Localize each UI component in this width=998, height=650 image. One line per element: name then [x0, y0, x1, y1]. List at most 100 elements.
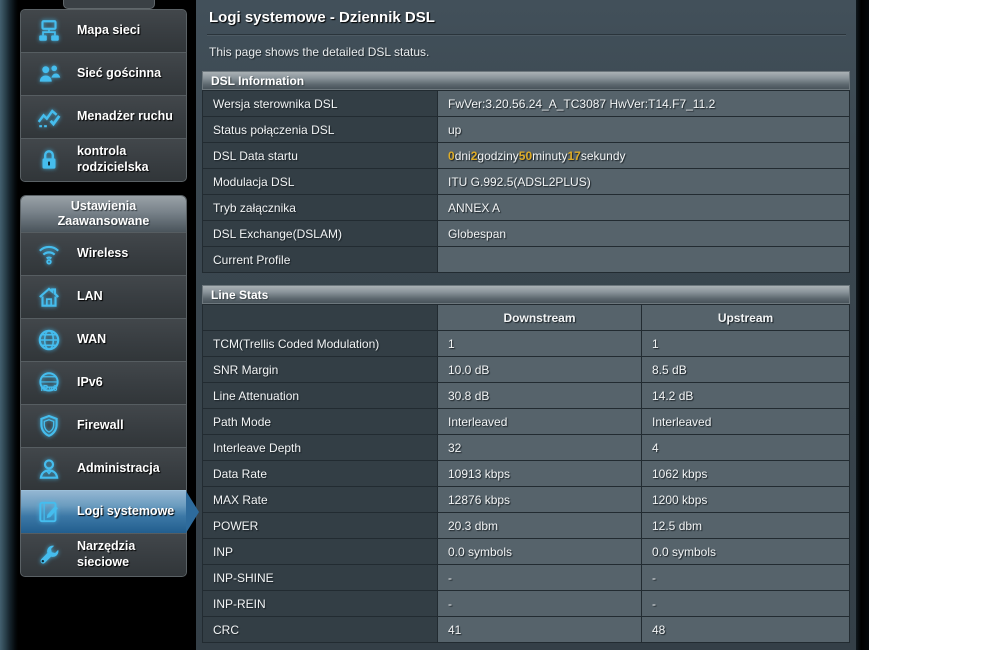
sidebar-item-wan[interactable]: WAN [21, 318, 186, 361]
sidebar-section-title: Ustawienia Zaawansowane [21, 196, 186, 232]
line-stats-downstream-value: 32 [438, 434, 642, 460]
network-tools-icon [34, 540, 64, 570]
line-stats-row: TCM(Trellis Coded Modulation)11 [203, 330, 850, 356]
sidebar-item-narz-dzia-sieciowe[interactable]: Narzędzia sieciowe [21, 533, 186, 576]
sidebar-item-firewall[interactable]: Firewall [21, 404, 186, 447]
line-stats-table: DownstreamUpstreamTCM(Trellis Coded Modu… [202, 304, 850, 643]
line-stats-upstream-value: 4 [642, 434, 850, 460]
line-stats-downstream-value: - [438, 590, 642, 616]
highlighted-number: 0 [448, 149, 455, 163]
line-stats-upstream-value: 8.5 dB [642, 356, 850, 382]
router-admin-page: { "sidebar": { "top_items": [ {"label": … [0, 0, 998, 650]
sidebar-item-cutoff[interactable] [63, 0, 155, 9]
line-stats-downstream-value: 10913 kbps [438, 460, 642, 486]
wan-icon [34, 325, 64, 355]
dsl-info-row: Tryb załącznikaANNEX A [203, 194, 850, 220]
dsl-info-value: FwVer:3.20.56.24_A_TC3087 HwVer:T14.F7_1… [438, 90, 850, 116]
line-stats-upstream-value: 1 [642, 330, 850, 356]
line-stats-row: Path ModeInterleavedInterleaved [203, 408, 850, 434]
line-stats-downstream-value: - [438, 564, 642, 590]
line-stats-upstream-value: Interleaved [642, 408, 850, 434]
sidebar-item-label: Wireless [77, 246, 128, 262]
line-stats-downstream-value: 30.8 dB [438, 382, 642, 408]
line-stats-label: INP [203, 538, 438, 564]
svg-text:IPv6: IPv6 [41, 384, 58, 393]
highlighted-number: 17 [567, 149, 580, 163]
sidebar-item-administracja[interactable]: Administracja [21, 447, 186, 490]
sidebar-item-kontrola-rodzicielska[interactable]: kontrola rodzicielska [21, 138, 186, 181]
sidebar-item-label: WAN [77, 332, 106, 348]
line-stats-upstream-value: - [642, 590, 850, 616]
sidebar-item-label: Menadżer ruchu [77, 109, 173, 125]
dsl-info-label: DSL Data startu [203, 142, 438, 168]
parental-control-icon [34, 145, 64, 175]
sidebar-item-wireless[interactable]: Wireless [21, 232, 186, 275]
system-log-icon [34, 497, 64, 527]
dsl-info-row: Current Profile [203, 246, 850, 272]
line-stats-row: INP-REIN-- [203, 590, 850, 616]
dsl-info-label: Current Profile [203, 246, 438, 272]
sidebar-item-sie-go-cinna[interactable]: Sieć gościnna [21, 52, 186, 95]
main-content: Logi systemowe - Dziennik DSL This page … [196, 0, 856, 650]
dsl-info-label: Modulacja DSL [203, 168, 438, 194]
line-stats-label: CRC [203, 616, 438, 642]
line-stats-header: Line Stats [202, 285, 850, 304]
highlighted-number: 50 [519, 149, 532, 163]
lan-icon [34, 282, 64, 312]
traffic-manager-icon [34, 102, 64, 132]
dsl-info-label: DSL Exchange(DSLAM) [203, 220, 438, 246]
dsl-info-value: 0 dni 2 godziny 50 minuty 17 sekundy [438, 142, 850, 168]
sidebar-item-logi-systemowe[interactable]: Logi systemowe [21, 490, 186, 533]
line-stats-row: Data Rate10913 kbps1062 kbps [203, 460, 850, 486]
line-stats-label: Interleave Depth [203, 434, 438, 460]
line-stats-upstream-value: 1062 kbps [642, 460, 850, 486]
sidebar-item-label: Administracja [77, 461, 160, 477]
line-stats-downstream-value: Interleaved [438, 408, 642, 434]
title-divider [207, 34, 846, 36]
line-stats-label: TCM(Trellis Coded Modulation) [203, 330, 438, 356]
dsl-info-row: Status połączenia DSLup [203, 116, 850, 142]
sidebar-item-label: Firewall [77, 418, 124, 434]
page-title: Logi systemowe - Dziennik DSL [209, 9, 846, 26]
line-stats-upstream-value: - [642, 564, 850, 590]
line-stats-header-row: DownstreamUpstream [203, 304, 850, 330]
sidebar-item-ipv6[interactable]: IPv6IPv6 [21, 361, 186, 404]
ipv6-icon: IPv6 [34, 368, 64, 398]
line-stats-row: SNR Margin10.0 dB8.5 dB [203, 356, 850, 382]
page-description: This page shows the detailed DSL status. [209, 45, 856, 59]
sidebar-item-label: kontrola rodzicielska [77, 144, 180, 175]
line-stats-row: MAX Rate12876 kbps1200 kbps [203, 486, 850, 512]
line-stats-downstream-value: 1 [438, 330, 642, 356]
line-stats-row: INP-SHINE-- [203, 564, 850, 590]
line-stats-corner-cell [203, 304, 438, 330]
dsl-info-label: Tryb załącznika [203, 194, 438, 220]
right-edge-strip [856, 0, 869, 650]
sidebar: Mapa sieciSieć gościnna Menadżer ruchu kon… [18, 0, 196, 650]
line-stats-label: Data Rate [203, 460, 438, 486]
line-stats-row: INP0.0 symbols0.0 symbols [203, 538, 850, 564]
line-stats-row: POWER20.3 dbm12.5 dbm [203, 512, 850, 538]
line-stats-label: SNR Margin [203, 356, 438, 382]
sidebar-item-lan[interactable]: LAN [21, 275, 186, 318]
dsl-info-value: up [438, 116, 850, 142]
line-stats-upstream-value: 0.0 symbols [642, 538, 850, 564]
highlighted-number: 2 [471, 149, 478, 163]
column-header-upstream: Upstream [642, 304, 850, 330]
network-map-icon [34, 16, 64, 46]
line-stats-label: MAX Rate [203, 486, 438, 512]
guest-network-icon [34, 59, 64, 89]
column-header-downstream: Downstream [438, 304, 642, 330]
line-stats-upstream-value: 48 [642, 616, 850, 642]
dsl-info-value: ITU G.992.5(ADSL2PLUS) [438, 168, 850, 194]
left-edge-strip [0, 0, 18, 650]
dsl-info-value [438, 246, 850, 272]
sidebar-item-label: Narzędzia sieciowe [77, 539, 180, 570]
sidebar-item-menad-er-ruchu[interactable]: Menadżer ruchu [21, 95, 186, 138]
line-stats-upstream-value: 14.2 dB [642, 382, 850, 408]
line-stats-row: Line Attenuation30.8 dB14.2 dB [203, 382, 850, 408]
firewall-icon [34, 411, 64, 441]
line-stats-upstream-value: 1200 kbps [642, 486, 850, 512]
line-stats-downstream-value: 20.3 dbm [438, 512, 642, 538]
sidebar-item-mapa-sieci[interactable]: Mapa sieci [21, 10, 186, 52]
dsl-info-row: DSL Exchange(DSLAM)Globespan [203, 220, 850, 246]
